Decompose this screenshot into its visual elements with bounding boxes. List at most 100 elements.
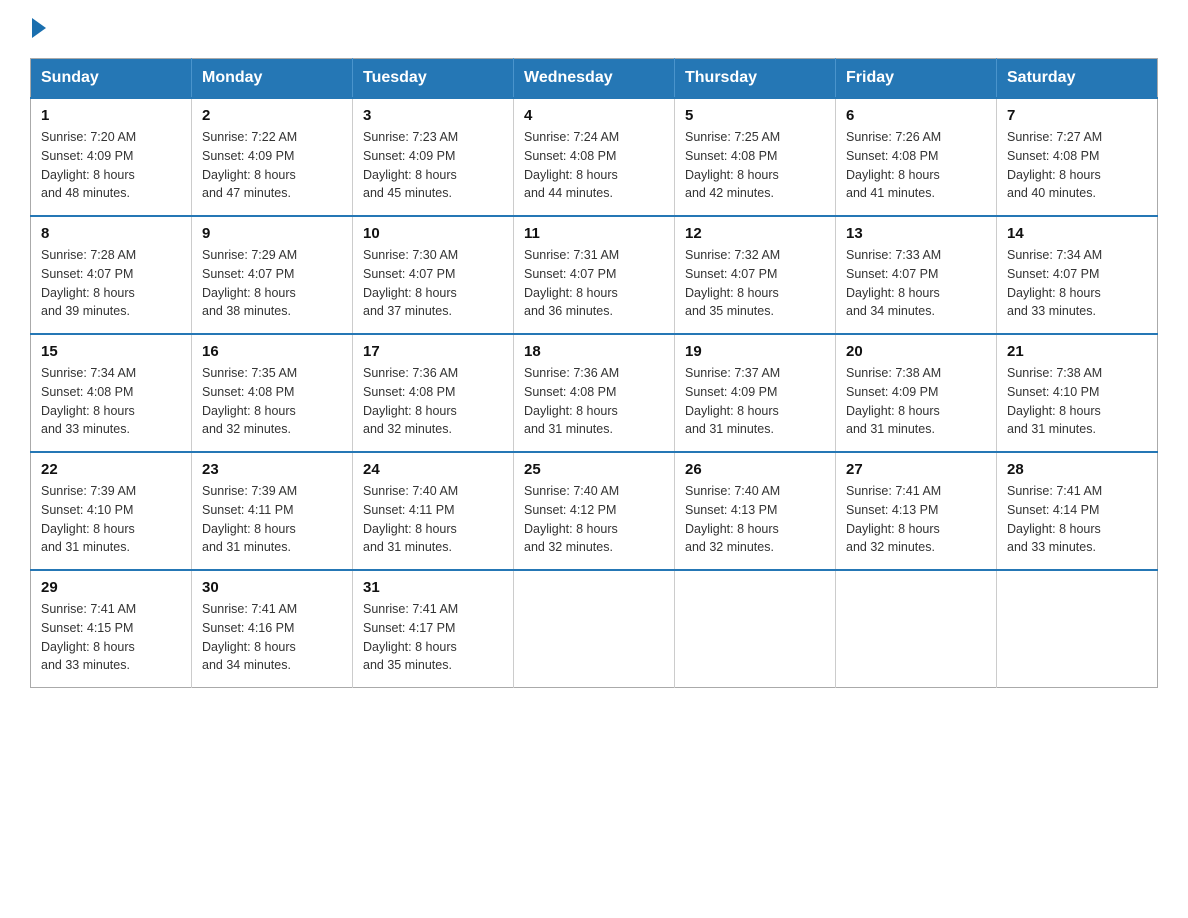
calendar-cell: 13 Sunrise: 7:33 AMSunset: 4:07 PMDayligh…	[836, 216, 997, 334]
day-info: Sunrise: 7:41 AMSunset: 4:17 PMDaylight:…	[363, 600, 503, 675]
calendar-cell: 8 Sunrise: 7:28 AMSunset: 4:07 PMDaylight…	[31, 216, 192, 334]
day-number: 2	[202, 107, 342, 124]
calendar-cell	[997, 570, 1158, 688]
day-info: Sunrise: 7:41 AMSunset: 4:13 PMDaylight:…	[846, 482, 986, 557]
day-info: Sunrise: 7:36 AMSunset: 4:08 PMDaylight:…	[524, 364, 664, 439]
day-info: Sunrise: 7:40 AMSunset: 4:12 PMDaylight:…	[524, 482, 664, 557]
calendar-cell: 10 Sunrise: 7:30 AMSunset: 4:07 PMDayligh…	[353, 216, 514, 334]
day-number: 12	[685, 225, 825, 242]
day-info: Sunrise: 7:36 AMSunset: 4:08 PMDaylight:…	[363, 364, 503, 439]
day-info: Sunrise: 7:28 AMSunset: 4:07 PMDaylight:…	[41, 246, 181, 321]
day-number: 6	[846, 107, 986, 124]
calendar-cell: 18 Sunrise: 7:36 AMSunset: 4:08 PMDayligh…	[514, 334, 675, 452]
weekday-header-sunday: Sunday	[31, 59, 192, 99]
calendar-body: 1 Sunrise: 7:20 AMSunset: 4:09 PMDaylight…	[31, 98, 1158, 688]
day-info: Sunrise: 7:35 AMSunset: 4:08 PMDaylight:…	[202, 364, 342, 439]
day-info: Sunrise: 7:32 AMSunset: 4:07 PMDaylight:…	[685, 246, 825, 321]
calendar-cell: 12 Sunrise: 7:32 AMSunset: 4:07 PMDayligh…	[675, 216, 836, 334]
day-info: Sunrise: 7:38 AMSunset: 4:10 PMDaylight:…	[1007, 364, 1147, 439]
calendar-cell: 25 Sunrise: 7:40 AMSunset: 4:12 PMDayligh…	[514, 452, 675, 570]
day-number: 30	[202, 579, 342, 596]
calendar-cell: 23Sunrise: 7:39 AMSunset: 4:11 PMDayligh…	[192, 452, 353, 570]
calendar-cell: 20 Sunrise: 7:38 AMSunset: 4:09 PMDayligh…	[836, 334, 997, 452]
day-info: Sunrise: 7:31 AMSunset: 4:07 PMDaylight:…	[524, 246, 664, 321]
calendar-cell: 24 Sunrise: 7:40 AMSunset: 4:11 PMDayligh…	[353, 452, 514, 570]
calendar-cell: 11Sunrise: 7:31 AMSunset: 4:07 PMDayligh…	[514, 216, 675, 334]
day-info: Sunrise: 7:41 AMSunset: 4:14 PMDaylight:…	[1007, 482, 1147, 557]
day-info: Sunrise: 7:38 AMSunset: 4:09 PMDaylight:…	[846, 364, 986, 439]
weekday-header-row: SundayMondayTuesdayWednesdayThursdayFrid…	[31, 59, 1158, 99]
calendar-cell: 9Sunrise: 7:29 AMSunset: 4:07 PMDaylight…	[192, 216, 353, 334]
logo-row	[30, 20, 46, 38]
calendar-cell: 31 Sunrise: 7:41 AMSunset: 4:17 PMDayligh…	[353, 570, 514, 688]
day-number: 25	[524, 461, 664, 478]
day-info: Sunrise: 7:22 AMSunset: 4:09 PMDaylight:…	[202, 128, 342, 203]
day-number: 9	[202, 225, 342, 242]
day-info: Sunrise: 7:37 AMSunset: 4:09 PMDaylight:…	[685, 364, 825, 439]
calendar-cell: 17 Sunrise: 7:36 AMSunset: 4:08 PMDayligh…	[353, 334, 514, 452]
day-number: 17	[363, 343, 503, 360]
day-info: Sunrise: 7:39 AMSunset: 4:10 PMDaylight:…	[41, 482, 181, 557]
day-info: Sunrise: 7:34 AMSunset: 4:07 PMDaylight:…	[1007, 246, 1147, 321]
calendar-cell: 6 Sunrise: 7:26 AMSunset: 4:08 PMDaylight…	[836, 98, 997, 216]
calendar-header: SundayMondayTuesdayWednesdayThursdayFrid…	[31, 59, 1158, 99]
calendar-week-2: 8 Sunrise: 7:28 AMSunset: 4:07 PMDaylight…	[31, 216, 1158, 334]
day-info: Sunrise: 7:41 AMSunset: 4:16 PMDaylight:…	[202, 600, 342, 675]
day-number: 5	[685, 107, 825, 124]
calendar-cell: 4Sunrise: 7:24 AMSunset: 4:08 PMDaylight…	[514, 98, 675, 216]
calendar-cell: 22 Sunrise: 7:39 AMSunset: 4:10 PMDayligh…	[31, 452, 192, 570]
day-info: Sunrise: 7:33 AMSunset: 4:07 PMDaylight:…	[846, 246, 986, 321]
day-number: 24	[363, 461, 503, 478]
weekday-header-thursday: Thursday	[675, 59, 836, 99]
calendar-week-1: 1 Sunrise: 7:20 AMSunset: 4:09 PMDaylight…	[31, 98, 1158, 216]
day-number: 4	[524, 107, 664, 124]
day-number: 1	[41, 107, 181, 124]
day-number: 21	[1007, 343, 1147, 360]
day-info: Sunrise: 7:30 AMSunset: 4:07 PMDaylight:…	[363, 246, 503, 321]
weekday-header-monday: Monday	[192, 59, 353, 99]
day-info: Sunrise: 7:23 AMSunset: 4:09 PMDaylight:…	[363, 128, 503, 203]
calendar-week-4: 22 Sunrise: 7:39 AMSunset: 4:10 PMDayligh…	[31, 452, 1158, 570]
calendar-cell: 26Sunrise: 7:40 AMSunset: 4:13 PMDayligh…	[675, 452, 836, 570]
weekday-header-wednesday: Wednesday	[514, 59, 675, 99]
calendar-cell: 28 Sunrise: 7:41 AMSunset: 4:14 PMDayligh…	[997, 452, 1158, 570]
day-number: 18	[524, 343, 664, 360]
day-number: 20	[846, 343, 986, 360]
day-number: 22	[41, 461, 181, 478]
day-info: Sunrise: 7:20 AMSunset: 4:09 PMDaylight:…	[41, 128, 181, 203]
logo-arrow-icon	[32, 18, 46, 38]
calendar-cell: 16Sunrise: 7:35 AMSunset: 4:08 PMDayligh…	[192, 334, 353, 452]
calendar-cell: 14 Sunrise: 7:34 AMSunset: 4:07 PMDayligh…	[997, 216, 1158, 334]
page-header	[30, 20, 1158, 38]
calendar-cell	[514, 570, 675, 688]
logo	[30, 20, 46, 38]
day-number: 28	[1007, 461, 1147, 478]
calendar-cell: 30 Sunrise: 7:41 AMSunset: 4:16 PMDayligh…	[192, 570, 353, 688]
day-info: Sunrise: 7:34 AMSunset: 4:08 PMDaylight:…	[41, 364, 181, 439]
day-number: 23	[202, 461, 342, 478]
calendar-cell: 21 Sunrise: 7:38 AMSunset: 4:10 PMDayligh…	[997, 334, 1158, 452]
day-number: 26	[685, 461, 825, 478]
day-info: Sunrise: 7:27 AMSunset: 4:08 PMDaylight:…	[1007, 128, 1147, 203]
day-info: Sunrise: 7:41 AMSunset: 4:15 PMDaylight:…	[41, 600, 181, 675]
day-info: Sunrise: 7:40 AMSunset: 4:11 PMDaylight:…	[363, 482, 503, 557]
day-number: 8	[41, 225, 181, 242]
day-number: 31	[363, 579, 503, 596]
day-number: 19	[685, 343, 825, 360]
day-number: 13	[846, 225, 986, 242]
day-number: 3	[363, 107, 503, 124]
logo-block	[30, 20, 46, 38]
day-info: Sunrise: 7:26 AMSunset: 4:08 PMDaylight:…	[846, 128, 986, 203]
calendar-cell: 3 Sunrise: 7:23 AMSunset: 4:09 PMDaylight…	[353, 98, 514, 216]
calendar-cell: 15Sunrise: 7:34 AMSunset: 4:08 PMDayligh…	[31, 334, 192, 452]
day-number: 29	[41, 579, 181, 596]
day-number: 14	[1007, 225, 1147, 242]
calendar-cell: 1 Sunrise: 7:20 AMSunset: 4:09 PMDaylight…	[31, 98, 192, 216]
day-number: 10	[363, 225, 503, 242]
weekday-header-tuesday: Tuesday	[353, 59, 514, 99]
calendar-cell: 7 Sunrise: 7:27 AMSunset: 4:08 PMDaylight…	[997, 98, 1158, 216]
weekday-header-saturday: Saturday	[997, 59, 1158, 99]
day-number: 7	[1007, 107, 1147, 124]
calendar-cell: 2 Sunrise: 7:22 AMSunset: 4:09 PMDaylight…	[192, 98, 353, 216]
weekday-header-friday: Friday	[836, 59, 997, 99]
